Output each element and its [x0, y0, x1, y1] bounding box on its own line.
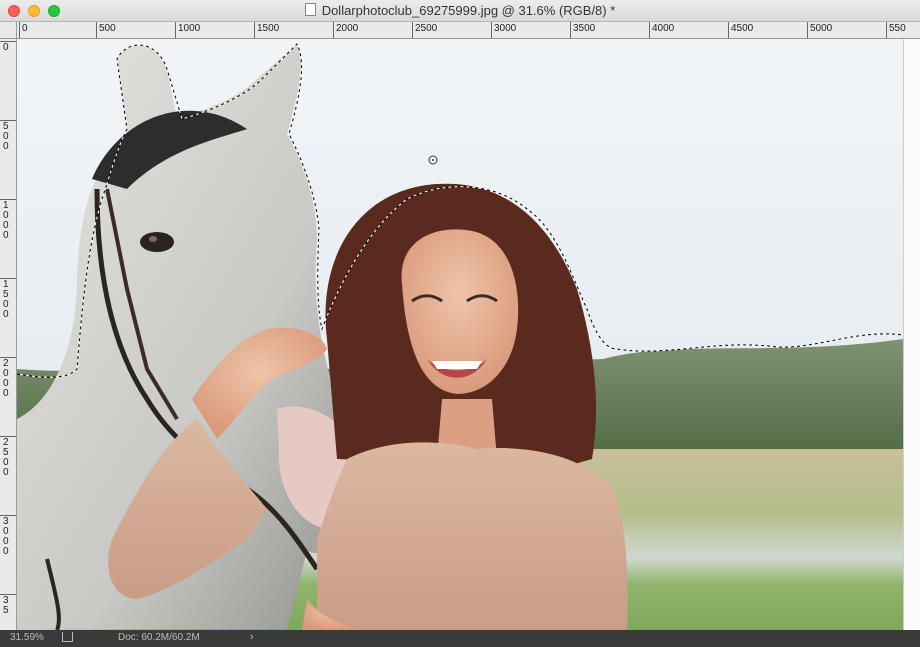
status-menu-arrow[interactable]: ›: [250, 631, 254, 643]
ruler-tick: 2500: [412, 22, 437, 38]
ruler-tick: 0: [0, 41, 16, 53]
ruler-tick: 3500: [570, 22, 595, 38]
ruler-tick: 35: [0, 594, 16, 616]
ruler-tick: 2500: [0, 436, 16, 478]
ruler-label: 2000: [336, 23, 359, 34]
ruler-label: 5000: [810, 23, 833, 34]
ruler-label: 1500: [257, 23, 280, 34]
ruler-label: 4000: [652, 23, 675, 34]
window-title-text: Dollarphotoclub_69275999.jpg @ 31.6% (RG…: [321, 3, 616, 18]
document-size: Doc: 60.2M/60.2M: [118, 632, 200, 643]
ruler-label: 35: [3, 595, 9, 616]
ruler-tick: 500: [0, 120, 16, 152]
share-icon[interactable]: [62, 632, 73, 642]
ruler-label: 0: [22, 23, 28, 34]
ruler-tick: 0: [19, 22, 28, 38]
vertical-ruler[interactable]: 0 500 1000 1500 2000 2500 3000 35: [0, 39, 17, 630]
horizontal-ruler[interactable]: 0 500 1000 1500 2000 2500 3000 3500 4000…: [17, 22, 920, 39]
ruler-label: 3000: [3, 516, 9, 557]
ruler-label: 0: [3, 42, 9, 53]
ruler-label: 4500: [731, 23, 754, 34]
ruler-label: 1500: [3, 279, 9, 320]
ruler-tick: 1500: [254, 22, 279, 38]
zoom-level[interactable]: 31.59%: [10, 632, 44, 643]
ruler-tick: 4000: [649, 22, 674, 38]
status-bar: 31.59% Doc: 60.2M/60.2M ›: [0, 630, 920, 647]
vertical-scrollbar[interactable]: [903, 39, 920, 630]
window-titlebar: Dollarphotoclub_69275999.jpg @ 31.6% (RG…: [0, 0, 920, 22]
ruler-tick: 3000: [0, 515, 16, 557]
document-icon: [304, 3, 316, 16]
ruler-label: 2000: [3, 358, 9, 399]
ruler-tick: 1500: [0, 278, 16, 320]
ruler-tick: 1000: [175, 22, 200, 38]
ruler-tick: 4500: [728, 22, 753, 38]
ruler-label: 1000: [3, 200, 9, 241]
ruler-tick: 2000: [333, 22, 358, 38]
window-title: Dollarphotoclub_69275999.jpg @ 31.6% (RG…: [0, 3, 920, 18]
ruler-label: 550: [889, 23, 906, 34]
ruler-label: 500: [99, 23, 116, 34]
ruler-label: 2500: [3, 437, 9, 478]
photo: [17, 39, 903, 630]
ruler-label: 2500: [415, 23, 438, 34]
ruler-tick: 5000: [807, 22, 832, 38]
ruler-label: 1000: [178, 23, 201, 34]
ruler-origin[interactable]: [0, 22, 17, 39]
document-canvas[interactable]: [17, 39, 903, 630]
ruler-label: 3000: [494, 23, 517, 34]
ruler-tick: 3000: [491, 22, 516, 38]
ruler-label: 500: [3, 121, 9, 152]
ruler-tick: 2000: [0, 357, 16, 399]
ruler-tick: 550: [886, 22, 906, 38]
ruler-tick: 500: [96, 22, 116, 38]
ruler-tick: 1000: [0, 199, 16, 241]
ruler-label: 3500: [573, 23, 596, 34]
